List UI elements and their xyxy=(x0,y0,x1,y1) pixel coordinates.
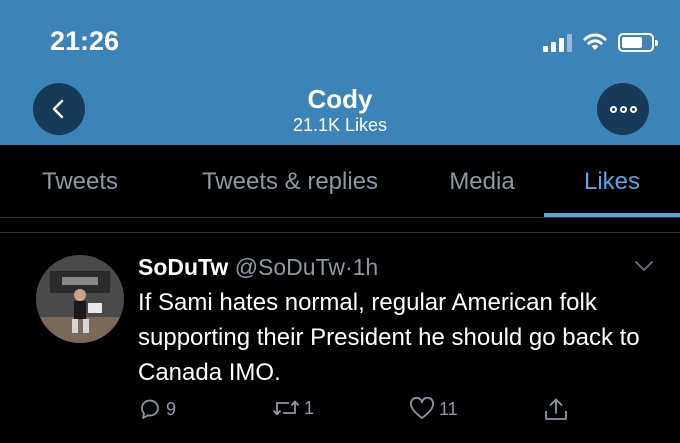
active-tab-indicator xyxy=(544,213,680,217)
user-handle[interactable]: @SoDuTw xyxy=(235,254,345,280)
tweet-time: 1h xyxy=(352,254,379,280)
reply-icon xyxy=(141,399,159,419)
like-count: 11 xyxy=(439,398,458,419)
tweet-card[interactable]: SoDuTw @SoDuTw·1h If Sami hates normal, … xyxy=(0,233,680,443)
display-name[interactable]: SoDuTw xyxy=(138,254,228,280)
profile-header: 21:26 Cody 21.1K Likes xyxy=(0,0,680,145)
heart-icon xyxy=(410,397,434,419)
tweet-actions: 9 1 11 xyxy=(0,397,680,427)
separator-dot: · xyxy=(344,254,353,280)
likes-count: 21.1K Likes xyxy=(292,115,388,135)
avatar-image xyxy=(36,255,124,343)
avatar[interactable] xyxy=(36,255,124,343)
battery-icon xyxy=(618,32,658,52)
tweet-text: If Sami hates normal, regular American f… xyxy=(138,289,640,386)
share-icon xyxy=(545,398,567,420)
chevron-down-icon[interactable] xyxy=(633,259,655,273)
reply-count: 9 xyxy=(166,398,177,419)
reply-button[interactable]: 9 xyxy=(138,397,176,421)
status-time: 21:26 xyxy=(50,26,120,56)
signal-icon xyxy=(543,32,572,52)
status-icons xyxy=(543,30,658,54)
more-button[interactable] xyxy=(597,83,649,135)
wifi-icon xyxy=(583,33,607,50)
tab-likes[interactable]: Likes xyxy=(544,145,680,218)
retweet-button[interactable]: 1 xyxy=(272,397,314,419)
tab-tweets-replies[interactable]: Tweets & replies xyxy=(160,145,420,218)
tweet-header: SoDuTw @SoDuTw·1h xyxy=(138,253,378,281)
tab-media[interactable]: Media xyxy=(420,145,544,218)
page-title: Cody xyxy=(307,84,373,114)
chevron-left-icon xyxy=(52,99,64,119)
tab-tweets[interactable]: Tweets xyxy=(0,145,160,218)
more-icon xyxy=(609,105,637,113)
retweet-count: 1 xyxy=(304,397,315,418)
profile-title: Cody 21.1K Likes xyxy=(240,84,440,136)
share-button[interactable] xyxy=(543,397,569,423)
back-button[interactable] xyxy=(33,83,85,135)
profile-tabs: Tweets Tweets & replies Media Likes xyxy=(0,145,680,218)
like-button[interactable]: 11 xyxy=(409,397,458,421)
retweet-icon xyxy=(272,400,300,416)
